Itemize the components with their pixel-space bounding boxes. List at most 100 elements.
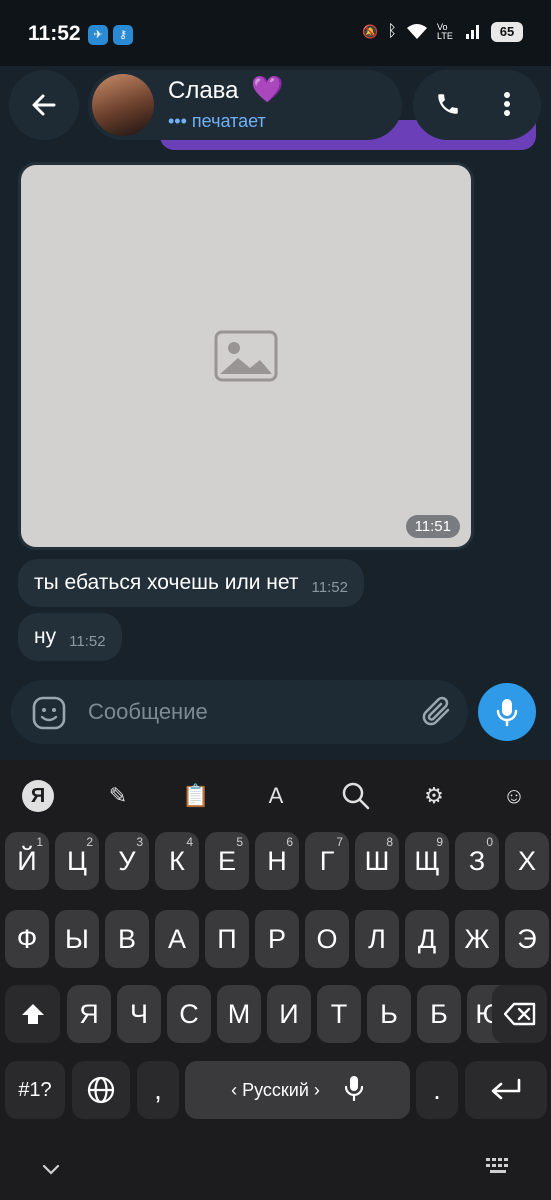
- key-Х[interactable]: Х: [505, 832, 549, 890]
- keyboard-switcher-icon[interactable]: [486, 1158, 512, 1179]
- more-button[interactable]: [487, 84, 527, 124]
- key-Ц[interactable]: Ц2: [55, 832, 99, 890]
- key-label: В: [117, 923, 136, 954]
- contact-name[interactable]: Слава: [168, 77, 239, 105]
- key-Ф[interactable]: Ф: [5, 910, 49, 968]
- key-В[interactable]: В: [105, 910, 149, 968]
- key-label: Щ: [414, 845, 440, 876]
- key-Й[interactable]: Й1: [5, 832, 49, 890]
- backspace-key[interactable]: [492, 985, 547, 1043]
- language-key[interactable]: [72, 1061, 130, 1119]
- attach-button[interactable]: [420, 694, 456, 735]
- image-message[interactable]: 11:51: [18, 162, 474, 550]
- key-hint: 8: [386, 835, 393, 849]
- key-label: С: [179, 998, 199, 1029]
- key-Э[interactable]: Э: [505, 910, 549, 968]
- key-label: О: [316, 923, 338, 954]
- message-text: ну: [34, 625, 57, 648]
- key-А[interactable]: А: [155, 910, 199, 968]
- enter-key[interactable]: [465, 1061, 547, 1119]
- key-Ы[interactable]: Ы: [55, 910, 99, 968]
- keyboard: Я ✎ 📋 A ⚙ ☺ Й1Ц2У3К4Е5Н6Г7Ш8Щ9З0ХФЫВАПРО…: [0, 760, 551, 1200]
- key-label: Л: [368, 923, 386, 954]
- call-button[interactable]: [428, 84, 468, 124]
- comma-key[interactable]: ,: [137, 1061, 179, 1119]
- arrow-left-icon: [32, 94, 56, 116]
- key-М[interactable]: М: [217, 985, 261, 1043]
- key-hint: 9: [436, 835, 443, 849]
- telegram-icon: ✈: [88, 25, 108, 45]
- emoji-icon[interactable]: ☺: [494, 776, 534, 816]
- bluetooth-icon: ᛒ: [387, 23, 397, 40]
- key-label: ,: [154, 1074, 162, 1105]
- magic-wand-icon[interactable]: ✎: [98, 776, 138, 816]
- key-Щ[interactable]: Щ9: [405, 832, 449, 890]
- key-label: К: [169, 845, 185, 876]
- voice-input-icon: [344, 1075, 364, 1106]
- image-placeholder[interactable]: [21, 165, 471, 547]
- phone-icon: [438, 94, 458, 114]
- key-Ж[interactable]: Ж: [455, 910, 499, 968]
- key-label: Ы: [65, 923, 89, 954]
- shift-icon: [21, 1004, 44, 1024]
- key-П[interactable]: П: [205, 910, 249, 968]
- voice-record-button[interactable]: [478, 683, 536, 741]
- hide-keyboard-icon[interactable]: [42, 1160, 60, 1181]
- key-Л[interactable]: Л: [355, 910, 399, 968]
- key-Б[interactable]: Б: [417, 985, 461, 1043]
- key-label: Й: [17, 845, 37, 876]
- key-Я[interactable]: Я: [67, 985, 111, 1043]
- key-К[interactable]: К4: [155, 832, 199, 890]
- search-icon[interactable]: [336, 776, 376, 816]
- contact-emoji: 💜: [251, 74, 284, 104]
- yandex-icon[interactable]: Я: [18, 776, 58, 816]
- period-key[interactable]: .: [416, 1061, 458, 1119]
- battery-indicator: 65: [491, 22, 523, 42]
- message-input[interactable]: [88, 697, 408, 727]
- key-Е[interactable]: Е5: [205, 832, 249, 890]
- sticker-button[interactable]: [32, 696, 66, 735]
- message-text: ты ебаться хочешь или нет: [34, 571, 299, 594]
- microphone-icon: [496, 699, 518, 727]
- avatar[interactable]: [92, 74, 154, 136]
- message-bubble[interactable]: ну 11:52: [18, 613, 122, 661]
- key-label: У: [118, 845, 136, 876]
- settings-icon[interactable]: ⚙: [414, 776, 454, 816]
- key-hint: 0: [486, 835, 493, 849]
- status-icons: 🔕 ᛒ Vo LTE 65: [362, 22, 523, 42]
- keyboard-toolbar: Я ✎ 📋 A ⚙ ☺: [0, 776, 551, 816]
- key-label: Р: [267, 923, 286, 954]
- clipboard-icon[interactable]: 📋: [176, 776, 216, 816]
- enter-icon: [491, 1078, 521, 1100]
- key-label: Г: [319, 845, 335, 876]
- key-Ч[interactable]: Ч: [117, 985, 161, 1043]
- key-Ь[interactable]: Ь: [367, 985, 411, 1043]
- key-label: Я: [79, 998, 99, 1029]
- key-И[interactable]: И: [267, 985, 311, 1043]
- key-label: Б: [430, 998, 448, 1029]
- key-hint: 1: [36, 835, 43, 849]
- backspace-icon: [503, 1002, 535, 1026]
- shift-key[interactable]: [5, 985, 60, 1043]
- sticker-icon: [32, 696, 66, 730]
- key-Д[interactable]: Д: [405, 910, 449, 968]
- key-Ш[interactable]: Ш8: [355, 832, 399, 890]
- key-З[interactable]: З0: [455, 832, 499, 890]
- back-button[interactable]: [9, 70, 79, 140]
- key-Н[interactable]: Н6: [255, 832, 299, 890]
- key-Р[interactable]: Р: [255, 910, 299, 968]
- key-О[interactable]: О: [305, 910, 349, 968]
- space-bar[interactable]: ‹ Русский ›: [185, 1061, 410, 1119]
- key-У[interactable]: У3: [105, 832, 149, 890]
- typing-status: ••• печатает: [168, 111, 266, 131]
- paperclip-icon: [422, 696, 450, 726]
- symbols-key[interactable]: #1?: [5, 1061, 65, 1119]
- translate-icon[interactable]: A: [256, 776, 296, 816]
- message-bubble[interactable]: ты ебаться хочешь или нет 11:52: [18, 559, 364, 607]
- key-Г[interactable]: Г7: [305, 832, 349, 890]
- key-Т[interactable]: Т: [317, 985, 361, 1043]
- globe-icon: [87, 1076, 115, 1104]
- image-icon: [214, 330, 278, 382]
- status-bar: 11:52 ✈ ⚷ 🔕 ᛒ Vo LTE 65: [0, 0, 551, 66]
- key-С[interactable]: С: [167, 985, 211, 1043]
